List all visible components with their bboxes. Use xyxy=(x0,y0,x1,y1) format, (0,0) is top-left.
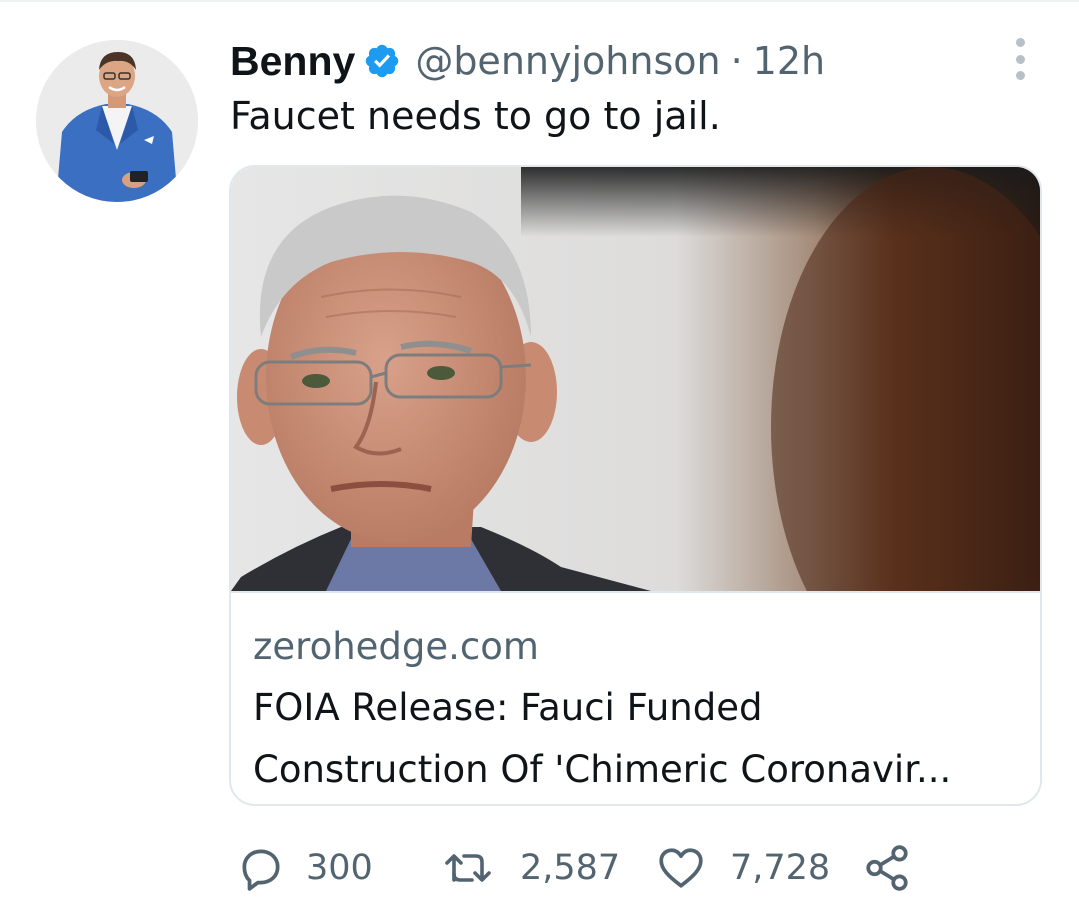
retweet-count: 2,587 xyxy=(520,848,621,888)
link-title-line-2: Construction Of 'Chimeric Coronavir... xyxy=(253,748,952,791)
reply-count: 300 xyxy=(306,848,373,888)
tweet-text: Faucet needs to go to jail. xyxy=(230,94,721,138)
link-preview-card[interactable]: zerohedge.com FOIA Release: Fauci Funded… xyxy=(229,165,1042,806)
retweet-icon xyxy=(440,843,496,893)
link-title: FOIA Release: Fauci Funded Construction … xyxy=(253,677,1023,801)
verified-badge-icon xyxy=(363,42,401,80)
tweet-header: Benny @bennyjohnson · 12h xyxy=(230,36,825,86)
like-button[interactable]: 7,728 xyxy=(656,838,830,898)
reply-button[interactable]: 300 xyxy=(236,838,373,898)
like-icon xyxy=(656,843,706,893)
separator-dot: · xyxy=(730,39,743,83)
card-divider xyxy=(231,591,1040,593)
tweet-timestamp[interactable]: 12h xyxy=(753,39,825,83)
top-divider xyxy=(0,0,1079,2)
tweet-action-bar: 300 2,587 7,728 xyxy=(0,838,1079,898)
share-icon xyxy=(862,843,912,893)
reply-icon xyxy=(236,843,286,893)
link-title-line-1: FOIA Release: Fauci Funded xyxy=(253,686,763,729)
link-preview-image xyxy=(231,167,1040,591)
author-avatar[interactable] xyxy=(36,40,198,202)
author-handle[interactable]: @bennyjohnson xyxy=(415,39,720,83)
like-count: 7,728 xyxy=(730,848,831,888)
more-options-icon[interactable] xyxy=(1006,38,1034,80)
link-domain: zerohedge.com xyxy=(253,625,539,668)
share-button[interactable] xyxy=(862,838,912,898)
retweet-button[interactable]: 2,587 xyxy=(440,838,620,898)
author-display-name[interactable]: Benny xyxy=(230,38,355,85)
